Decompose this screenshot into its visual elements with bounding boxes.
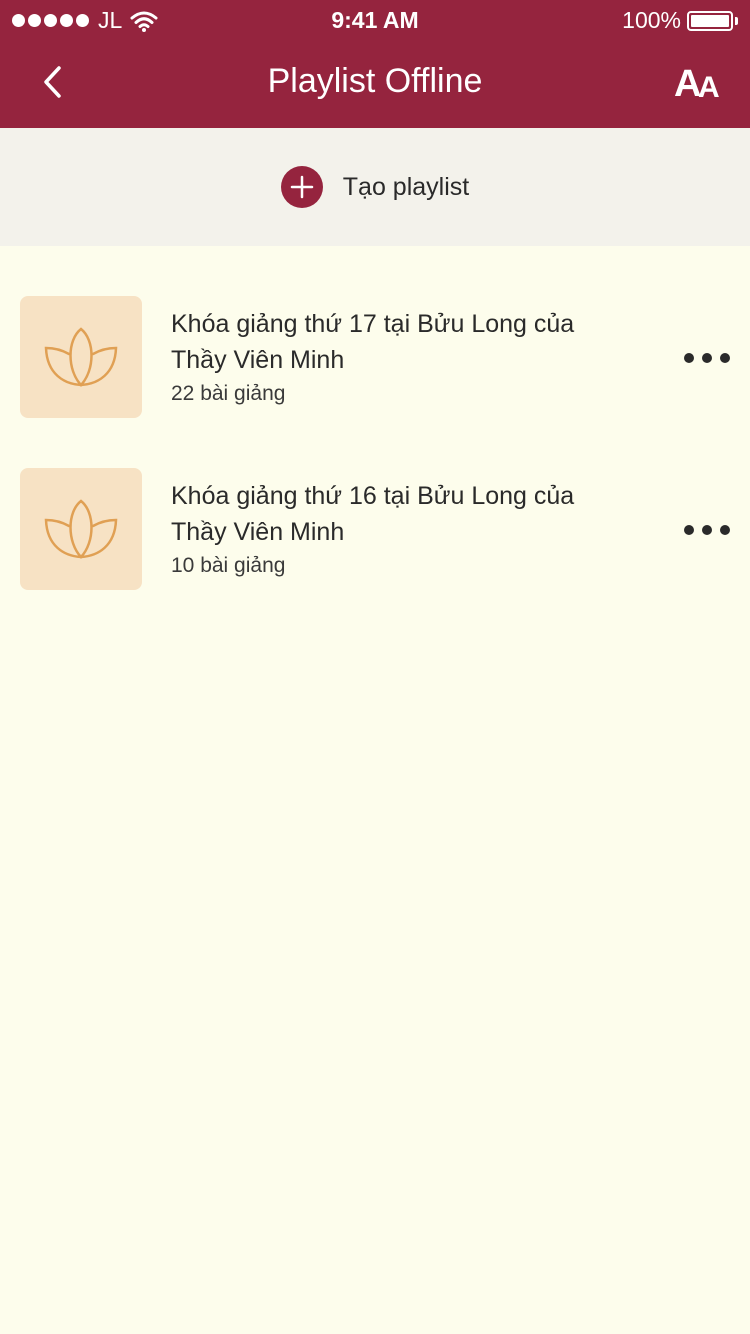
- playlist-item[interactable]: Khóa giảng thứ 16 tại Bửu Long của Thầy …: [0, 468, 750, 640]
- playlist-thumbnail: [20, 296, 142, 418]
- playlist-title: Khóa giảng thứ 17 tại Bửu Long của Thầy …: [171, 310, 575, 374]
- playlist-item[interactable]: Khóa giảng thứ 17 tại Bửu Long của Thầy …: [0, 296, 750, 468]
- status-right: 100%: [622, 7, 738, 34]
- page-title: Playlist Offline: [267, 62, 483, 100]
- status-bar: JL 9:41 AM 100%: [0, 0, 750, 40]
- create-playlist-button[interactable]: Tạo playlist: [0, 128, 750, 246]
- more-options-button[interactable]: [684, 518, 730, 542]
- playlist-thumbnail: [20, 468, 142, 590]
- plus-icon: [280, 166, 323, 208]
- font-size-icon-small: A: [698, 71, 720, 104]
- playlist-count: 10 bài giảng: [171, 554, 286, 577]
- more-icon: [684, 525, 694, 535]
- battery-tip: [735, 16, 738, 25]
- nav-header: JL 9:41 AM 100% Playlist Offline A A: [0, 0, 750, 128]
- battery-percentage: 100%: [622, 7, 681, 33]
- create-playlist-label: Tạo playlist: [342, 172, 470, 201]
- lotus-icon: [44, 327, 118, 387]
- more-icon: [684, 353, 694, 363]
- playlist-title: Khóa giảng thứ 16 tại Bửu Long của Thầy …: [171, 482, 575, 546]
- playlist-count: 22 bài giảng: [171, 382, 286, 405]
- lotus-icon: [44, 499, 118, 559]
- more-options-button[interactable]: [684, 346, 730, 370]
- battery-icon: [687, 10, 733, 31]
- font-size-button[interactable]: A A: [674, 62, 724, 108]
